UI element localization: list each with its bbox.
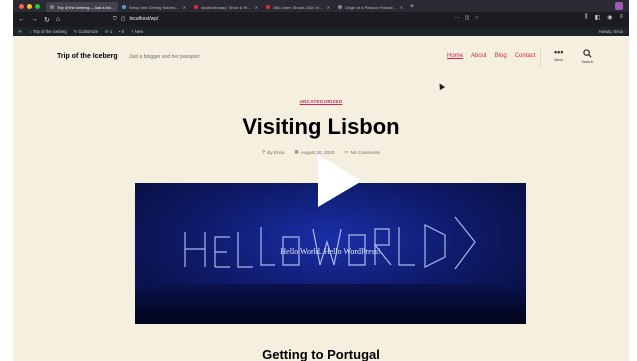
post-category[interactable]: UNCATEGORIZED [13,99,629,104]
address-bar[interactable]: ⛉ ▢ localhost/wp/ [113,14,483,24]
header-divider [540,48,541,68]
library-icon[interactable]: ⫼ [585,14,588,21]
hero-caption: Hello World. Hello WordPress! [280,247,381,256]
tab-1[interactable]: Trip of the Iceberg – Just a blo… ✕ [46,2,118,12]
play-icon[interactable] [318,155,362,207]
tab-label: ddufordsmaay: Show & Hi… [201,4,252,10]
site-title[interactable]: Trip of the Iceberg [57,53,118,60]
person-icon: ⚲ [262,149,266,154]
close-tab-icon[interactable]: ✕ [255,5,258,10]
section-heading: Getting to Portugal [262,347,380,361]
search-toggle[interactable]: Search [581,49,593,64]
browser-window: Trip of the Iceberg – Just a blo… ✕ Setu… [13,0,629,361]
calendar-icon: ▦ [294,149,299,154]
window-controls[interactable] [19,3,40,9]
mouse-cursor [436,81,446,91]
globe-icon [122,5,126,9]
close-tab-icon[interactable]: ✕ [327,5,330,10]
comments-count: 0 [121,29,125,34]
tab-label: 286 Listen Shows 2020 In… [273,4,324,10]
tab-label: Trip of the Iceberg – Just a blo… [57,4,115,10]
admin-site-link[interactable]: ⌂ Trip of the Iceberg [29,29,66,34]
updates-link[interactable]: ⟳ 1 [105,29,112,34]
home-icon[interactable]: ⌂ [56,16,60,23]
close-tab-icon[interactable]: ✕ [400,5,403,10]
updates-count: 1 [109,29,113,34]
youtube-icon [194,5,198,9]
reload-icon[interactable]: ↻ [44,16,50,24]
menu-item-blog[interactable]: Blog [495,53,507,59]
tab-label: Origin of a Passion Parade… [345,4,397,10]
tab-5[interactable]: Origin of a Passion Parade… ✕ [334,2,406,12]
address-actions: ··· ◫ ☆ [455,15,479,21]
menu-item-contact[interactable]: Contact [515,53,536,59]
date-text: August 20, 2020 [300,149,335,155]
menu-toggle-label: Menu [554,58,564,62]
bookmark-star-icon[interactable]: ☆ [475,15,479,21]
tab-2[interactable]: Setup and Getting Started… ✕ [118,2,190,12]
post-title: Visiting Lisbon [242,114,400,139]
comments-link[interactable]: ▪ 0 [119,29,124,34]
toolbar-icons: ⫼ ◧ ◉ ≡ [585,14,623,21]
sidebar-icon[interactable]: ◧ [595,14,601,21]
ellipsis-icon: ••• [554,47,564,57]
site-tagline: Just a blogger and her passport. [129,54,201,60]
post-author[interactable]: ⚲ By Erica [262,149,284,155]
close-window-button[interactable] [19,3,24,9]
search-icon [583,49,592,58]
tab-label: Setup and Getting Started… [129,4,180,10]
more-actions-icon[interactable]: ··· [455,15,460,21]
globe-icon [50,5,54,9]
url-text: localhost/wp/ [129,16,159,22]
comments-text: No Comments [350,149,380,155]
header-toggles: ••• Menu Search [554,47,593,65]
menu-item-home[interactable]: Home [447,53,463,59]
hamburger-menu-icon[interactable]: ≡ [619,14,623,21]
new-content-link[interactable]: + New [131,29,143,34]
menu-toggle[interactable]: ••• Menu [554,47,564,64]
forward-icon[interactable]: → [31,16,38,23]
customize-link[interactable]: ✎ Customize [74,29,98,34]
neon-sign-art [184,216,476,270]
video-frame: Trip of the Iceberg – Just a blo… ✕ Setu… [0,0,637,361]
navigation-toolbar: ← → ↻ ⌂ ⛉ ▢ localhost/wp/ ··· ◫ ☆ ⫼ ◧ ◉ … [13,12,629,27]
page-icon: ▢ [120,16,126,22]
globe-icon [338,5,342,9]
wp-admin-bar: ⓦ ⌂ Trip of the Iceberg ✎ Customize ⟳ 1 … [13,27,629,36]
account-icon[interactable]: ◉ [607,14,612,21]
hero-floor [135,284,526,324]
new-tab-button[interactable]: + [410,3,414,10]
close-tab-icon[interactable]: ✕ [183,5,186,10]
search-toggle-label: Search [581,60,593,64]
back-icon[interactable]: ← [18,16,25,23]
wordpress-logo-icon[interactable]: ⓦ [18,29,22,35]
customize-label: Customize [78,29,99,34]
maximize-window-button[interactable] [35,3,40,9]
tab-bar: Trip of the Iceberg – Just a blo… ✕ Setu… [13,0,629,12]
profile-icon[interactable] [615,2,623,10]
tab-3[interactable]: ddufordsmaay: Show & Hi… ✕ [190,2,262,12]
pocket-icon[interactable]: ◫ [465,15,470,21]
tab-4[interactable]: 286 Listen Shows 2020 In… ✕ [262,2,334,12]
youtube-icon [266,5,270,9]
primary-menu: Home About Blog Contact [447,53,535,59]
minimize-window-button[interactable] [27,3,32,9]
author-text: By Erica [267,149,285,155]
howdy-user[interactable]: Howdy, Erica [599,29,623,34]
admin-site-label: Trip of the Iceberg [32,29,67,34]
shield-icon: ⛉ [113,16,117,22]
menu-item-about[interactable]: About [471,53,487,59]
